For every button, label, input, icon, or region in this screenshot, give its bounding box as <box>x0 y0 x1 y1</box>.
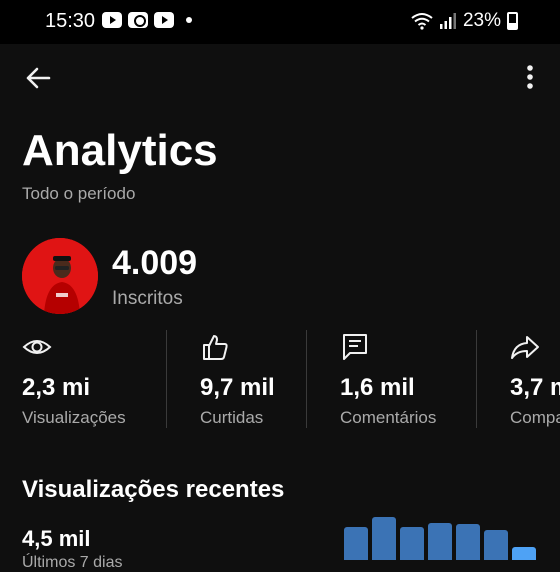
more-vertical-icon <box>527 65 533 89</box>
stat-value: 9,7 mil <box>200 374 275 401</box>
wifi-icon <box>411 13 433 30</box>
stat-value: 3,7 m <box>510 374 560 401</box>
recent-views-period: Últimos 7 dias <box>22 554 123 571</box>
subscriber-count: 4.009 <box>112 244 198 282</box>
youtube-notification-icon <box>102 12 122 28</box>
more-options-button[interactable] <box>516 62 544 94</box>
arrow-left-icon <box>26 67 51 89</box>
section-title-recent-views: Visualizações recentes <box>22 476 285 503</box>
stat-label: Compa <box>510 408 560 427</box>
stat-likes[interactable]: 9,7 mil Curtidas <box>200 330 300 430</box>
stat-views[interactable]: 2,3 mi Visualizações <box>22 330 162 430</box>
chart-bar <box>400 527 424 560</box>
chart-bar <box>512 547 536 560</box>
stat-label: Visualizações <box>22 408 126 427</box>
app-notification-icon <box>128 12 148 28</box>
stat-shares[interactable]: 3,7 m Compa <box>510 330 560 430</box>
chart-bar <box>456 524 480 560</box>
stat-label: Curtidas <box>200 408 264 427</box>
divider <box>166 330 167 428</box>
period-label: Todo o período <box>22 184 136 203</box>
stat-value: 2,3 mi <box>22 374 91 401</box>
stat-value: 1,6 mil <box>340 374 415 401</box>
back-button[interactable] <box>22 62 54 94</box>
divider <box>476 330 477 428</box>
share-icon <box>511 336 539 359</box>
system-icons: 23% <box>411 10 518 32</box>
recent-views-chart[interactable] <box>340 500 560 560</box>
chart-bar <box>484 530 508 560</box>
channel-avatar[interactable] <box>22 238 98 314</box>
chart-bar <box>372 517 396 560</box>
chart-bar <box>428 523 452 560</box>
battery-percent: 23% <box>462 10 501 31</box>
youtube-notification-icon <box>154 12 174 28</box>
notification-icons <box>102 12 192 28</box>
avatar-image <box>22 238 98 314</box>
page-title: Analytics <box>22 126 218 175</box>
comment-icon <box>343 334 367 360</box>
signal-icon <box>439 13 456 29</box>
dot-icon <box>186 17 192 23</box>
divider <box>306 330 307 428</box>
subscriber-label: Inscritos <box>112 288 183 309</box>
recent-views-value: 4,5 mil <box>22 526 91 551</box>
status-time: 15:30 <box>45 10 96 32</box>
stat-label: Comentários <box>340 408 437 427</box>
eye-icon <box>22 340 52 354</box>
thumbs-up-icon <box>203 335 228 360</box>
chart-bar <box>344 527 368 560</box>
battery-icon <box>507 12 518 30</box>
stat-comments[interactable]: 1,6 mil Comentários <box>340 330 470 430</box>
status-bar: 15:30 23% <box>0 0 560 44</box>
